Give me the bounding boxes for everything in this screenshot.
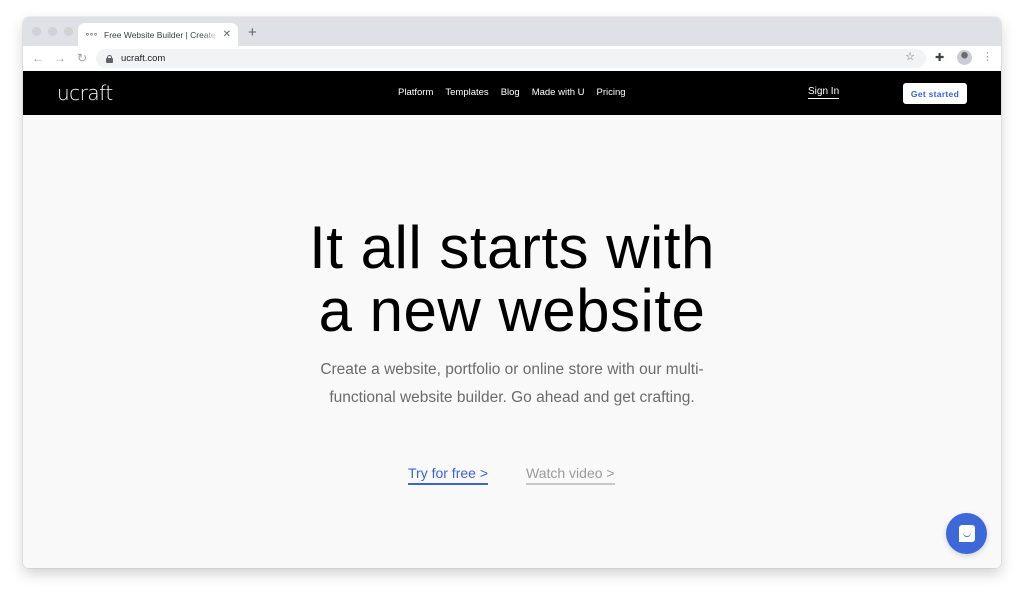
get-started-button[interactable]: Get started: [903, 83, 967, 104]
ucraft-favicon-icon: ∘∘∘: [85, 30, 98, 39]
nav-pricing[interactable]: Pricing: [597, 87, 626, 98]
nav-templates[interactable]: Templates: [445, 87, 488, 98]
headline-line-2: a new website: [318, 277, 706, 344]
url-text[interactable]: ucraft.com: [121, 53, 165, 64]
forward-arrow-icon[interactable]: →: [54, 50, 66, 66]
watch-video-link[interactable]: Watch video >: [526, 465, 615, 485]
hero-section: It all starts with a new website Create …: [23, 115, 1001, 568]
profile-avatar[interactable]: [957, 50, 972, 65]
tab-strip: ∘∘∘ Free Website Builder | Create a Webs…: [23, 17, 1001, 46]
hero-headline: It all starts with a new website: [23, 216, 1001, 342]
browser-window: ∘∘∘ Free Website Builder | Create a Webs…: [23, 17, 1001, 568]
bookmark-star-icon[interactable]: ☆: [905, 50, 915, 63]
reload-icon[interactable]: ↻: [77, 50, 87, 66]
tab-title: Free Website Builder | Create a Website: [104, 29, 219, 40]
nav-made-with-u[interactable]: Made with U: [532, 87, 585, 98]
new-tab-button[interactable]: +: [248, 25, 257, 40]
lock-icon: [106, 54, 113, 63]
minimize-window-button[interactable]: [48, 27, 57, 36]
browser-toolbar: ← → ↻ ucraft.com ☆ ✚ ⋮: [23, 46, 1001, 71]
site-header: ucraft Platform Templates Blog Made with…: [23, 71, 1001, 115]
chat-bubble-icon: [958, 525, 975, 542]
extensions-puzzle-icon[interactable]: ✚: [935, 51, 944, 65]
subtitle-line-1: Create a website, portfolio or online st…: [320, 361, 704, 378]
hero-subtitle: Create a website, portfolio or online st…: [23, 356, 1001, 412]
window-controls: [32, 27, 73, 36]
headline-line-1: It all starts with: [309, 214, 715, 281]
chat-widget-button[interactable]: [946, 513, 987, 554]
ucraft-logo[interactable]: ucraft: [57, 81, 113, 105]
nav-platform[interactable]: Platform: [398, 87, 433, 98]
main-nav: Platform Templates Blog Made with U Pric…: [398, 87, 638, 98]
back-arrow-icon[interactable]: ←: [32, 50, 44, 66]
subtitle-line-2: functional website builder. Go ahead and…: [329, 389, 695, 406]
sign-in-link[interactable]: Sign In: [808, 86, 840, 99]
maximize-window-button[interactable]: [64, 27, 73, 36]
browser-menu-icon[interactable]: ⋮: [982, 50, 993, 64]
address-bar[interactable]: ucraft.com ☆: [96, 49, 926, 68]
try-for-free-link[interactable]: Try for free >: [408, 465, 489, 485]
nav-blog[interactable]: Blog: [501, 87, 520, 98]
browser-tab[interactable]: ∘∘∘ Free Website Builder | Create a Webs…: [78, 23, 238, 46]
tab-close-icon[interactable]: ✕: [223, 29, 231, 40]
close-window-button[interactable]: [32, 27, 41, 36]
